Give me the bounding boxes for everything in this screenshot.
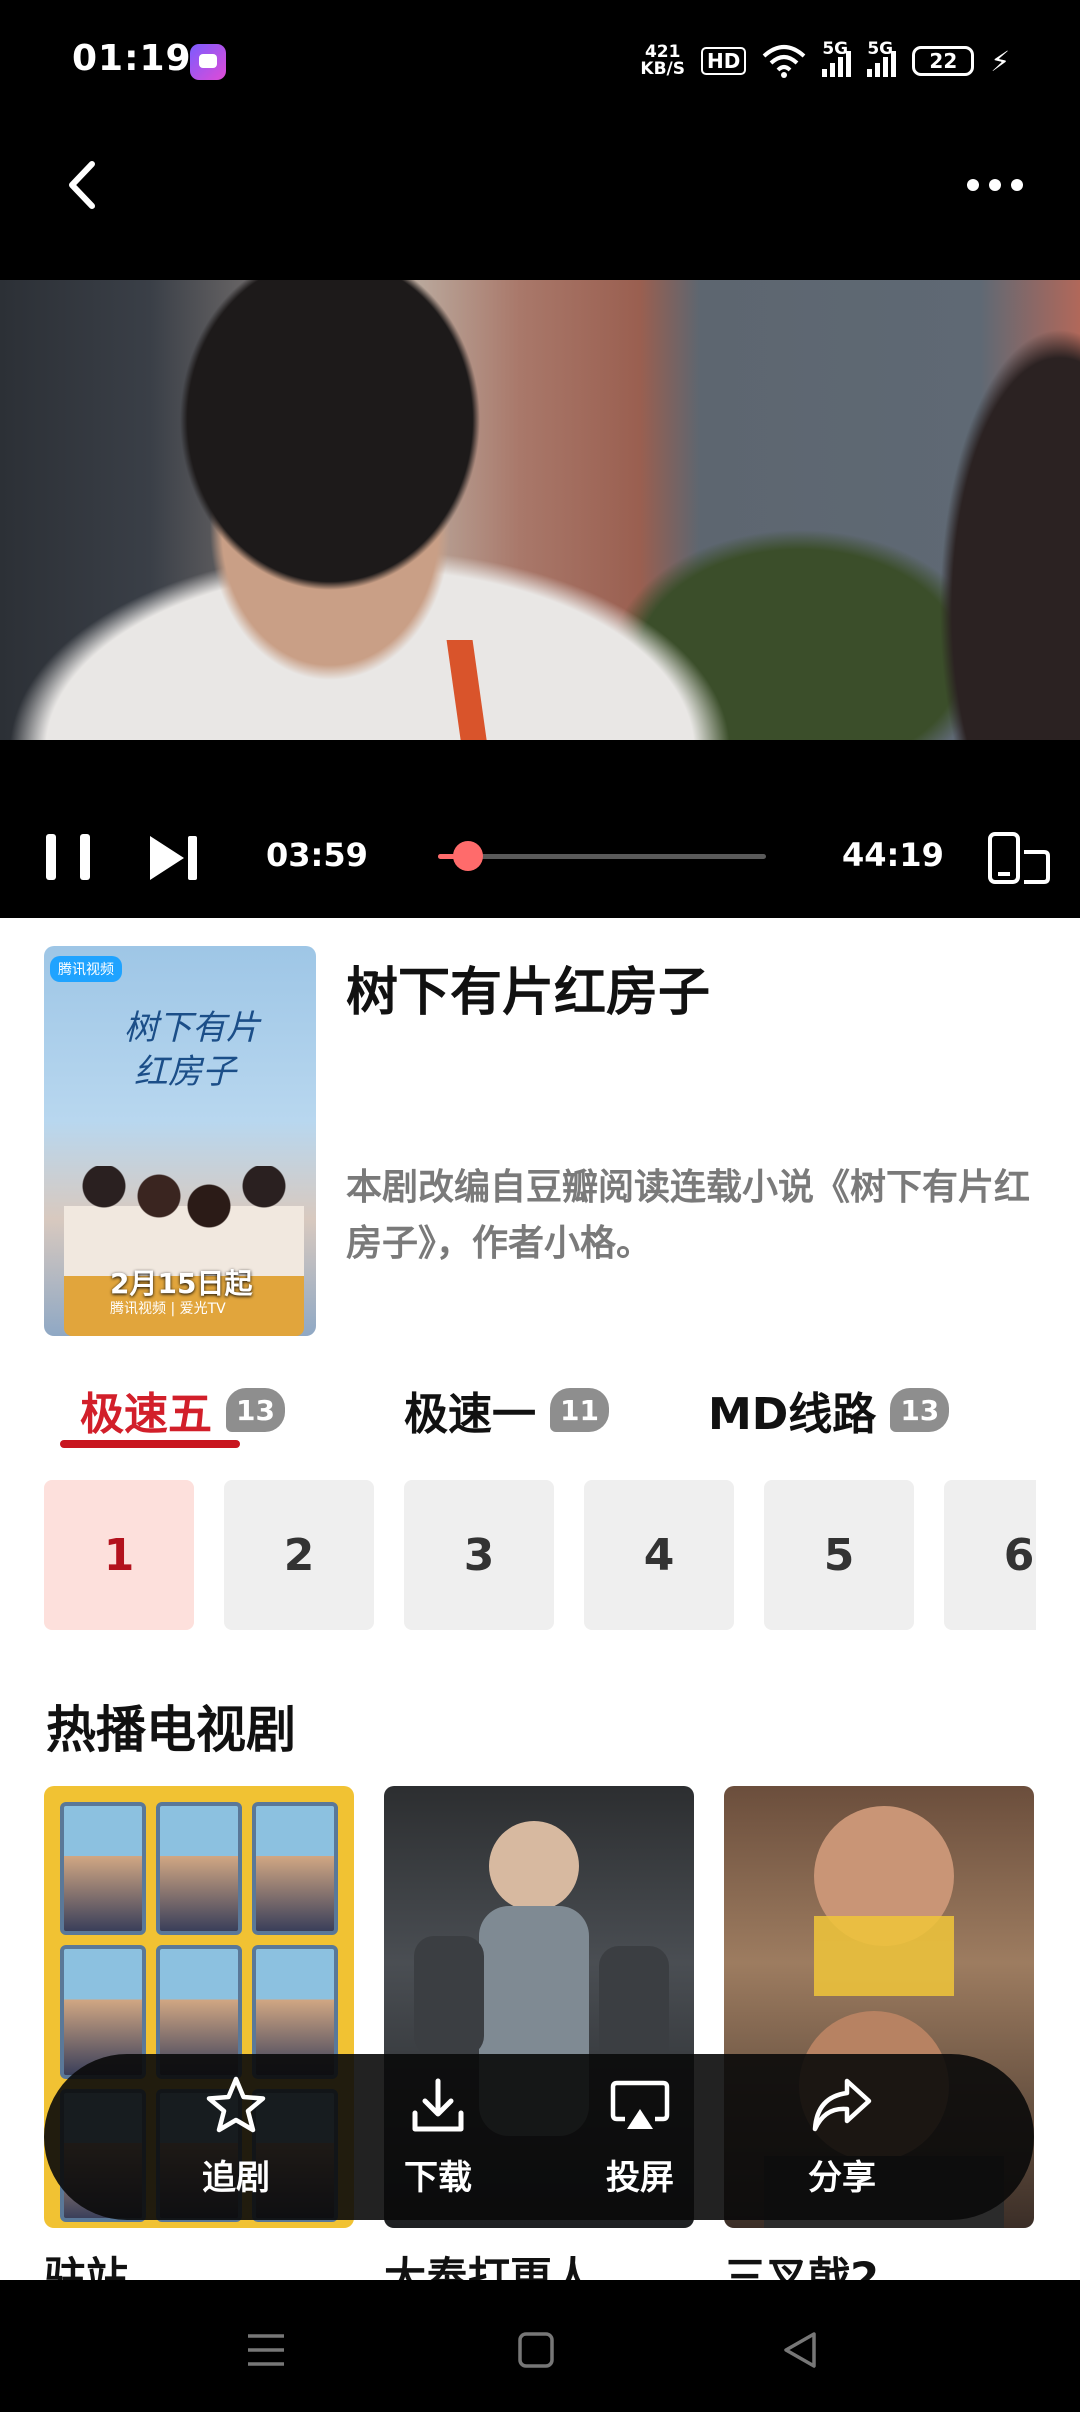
share-icon xyxy=(810,2074,874,2138)
action-label: 投屏 xyxy=(606,2158,674,2198)
follow-button[interactable]: 追剧 xyxy=(176,2074,296,2204)
battery-indicator: 22 xyxy=(912,46,975,76)
back-triangle-icon xyxy=(784,2332,816,2368)
back-button[interactable] xyxy=(44,147,120,223)
tab-source-md[interactable]: MD线路 13 xyxy=(708,1378,950,1442)
show-description: 本剧改编自豆瓣阅读连载小说《树下有片红房子》，作者小格。 xyxy=(346,1167,1031,1264)
status-indicators: 421 KB/S HD 5G 5G 22 ⚡ xyxy=(640,34,1010,88)
tab-source-jisu-1[interactable]: 极速一 11 xyxy=(404,1378,609,1442)
poster-date: 2月15日起 xyxy=(110,1267,253,1300)
active-tab-indicator xyxy=(60,1440,240,1448)
poster-platform-badge: 腾讯视频 xyxy=(50,956,122,982)
episode-button[interactable]: 1 xyxy=(44,1480,194,1630)
show-title: 树下有片红房子 xyxy=(346,963,711,1023)
current-time: 03:59 xyxy=(266,836,368,874)
tab-label: MD线路 xyxy=(708,1389,877,1440)
episode-button[interactable]: 2 xyxy=(224,1480,374,1630)
signal-1-label: 5G xyxy=(822,39,849,59)
cast-button[interactable]: 投屏 xyxy=(580,2074,700,2204)
more-dot-icon xyxy=(1011,179,1023,191)
episode-count-badge: 13 xyxy=(226,1388,285,1432)
episode-button[interactable]: 5 xyxy=(764,1480,914,1630)
next-episode-button[interactable] xyxy=(146,834,202,882)
episode-count-badge: 13 xyxy=(890,1388,950,1432)
download-button[interactable]: 下载 xyxy=(378,2074,498,2204)
share-button[interactable]: 分享 xyxy=(782,2074,902,2204)
action-label: 分享 xyxy=(808,2158,876,2198)
progress-slider[interactable] xyxy=(438,841,766,871)
tab-label: 极速五 xyxy=(80,1389,212,1440)
action-label: 追剧 xyxy=(202,2158,270,2198)
signal-2-label: 5G xyxy=(867,39,894,59)
status-time: 01:19 xyxy=(72,38,192,79)
cellular-signal-2-icon: 5G xyxy=(867,39,897,77)
recent-apps-button[interactable] xyxy=(236,2320,296,2380)
pause-bar-icon xyxy=(80,834,90,880)
total-time: 44:19 xyxy=(842,836,944,874)
home-square-icon xyxy=(518,2332,554,2368)
menu-icon xyxy=(248,2334,284,2366)
video-frame-detail xyxy=(446,640,490,740)
episode-button[interactable]: 3 xyxy=(404,1480,554,1630)
top-nav xyxy=(0,125,1080,280)
tab-source-jisu-5[interactable]: 极速五 13 xyxy=(80,1378,285,1442)
status-bar: 01:19 421 KB/S HD 5G 5G 22 ⚡ xyxy=(0,0,1080,125)
episode-list[interactable]: 1 2 3 4 5 6 xyxy=(44,1480,1036,1630)
hot-section-title: 热播电视剧 xyxy=(46,1701,296,1759)
app-notification-icon xyxy=(190,44,226,80)
poster-title: 树下有片 红房子 xyxy=(124,1006,260,1094)
chevron-left-icon xyxy=(69,161,95,209)
episode-button[interactable]: 4 xyxy=(584,1480,734,1630)
screen-rotate-button[interactable] xyxy=(986,830,1052,886)
episode-count-badge: 11 xyxy=(550,1388,609,1432)
poster-title-line-2: 红房子 xyxy=(134,1052,236,1092)
pause-bar-icon xyxy=(46,834,56,880)
network-speed: 421 KB/S xyxy=(640,44,685,78)
poster-footer: 腾讯视频 | 爱光TV xyxy=(110,1301,226,1317)
more-dot-icon xyxy=(989,179,1001,191)
episode-button[interactable]: 6 xyxy=(944,1480,1036,1630)
star-icon xyxy=(204,2074,268,2138)
show-poster: 腾讯视频 树下有片 红房子 2月15日起 腾讯视频 | 爱光TV xyxy=(44,946,316,1336)
download-icon xyxy=(406,2074,470,2138)
floating-action-bar: 追剧 下载 投屏 分享 xyxy=(44,2054,1034,2220)
poster-title-line-1: 树下有片 xyxy=(124,1008,260,1048)
action-label: 下载 xyxy=(404,2158,472,2198)
pause-button[interactable] xyxy=(46,834,90,882)
home-button[interactable] xyxy=(506,2320,566,2380)
more-options-button[interactable] xyxy=(950,147,1040,223)
system-nav-bar xyxy=(0,2280,1080,2412)
wifi-icon xyxy=(762,45,806,78)
video-player[interactable] xyxy=(0,280,1080,740)
hd-voice-icon: HD xyxy=(700,47,747,75)
network-speed-unit: KB/S xyxy=(640,59,685,79)
tab-label: 极速一 xyxy=(404,1389,536,1440)
system-back-button[interactable] xyxy=(770,2320,830,2380)
progress-knob[interactable] xyxy=(452,841,483,871)
charging-bolt-icon: ⚡ xyxy=(990,44,1010,78)
cast-icon xyxy=(608,2074,672,2138)
cellular-signal-1-icon: 5G xyxy=(822,39,852,77)
more-dot-icon xyxy=(967,179,979,191)
player-controls: 03:59 44:19 xyxy=(0,810,1080,900)
